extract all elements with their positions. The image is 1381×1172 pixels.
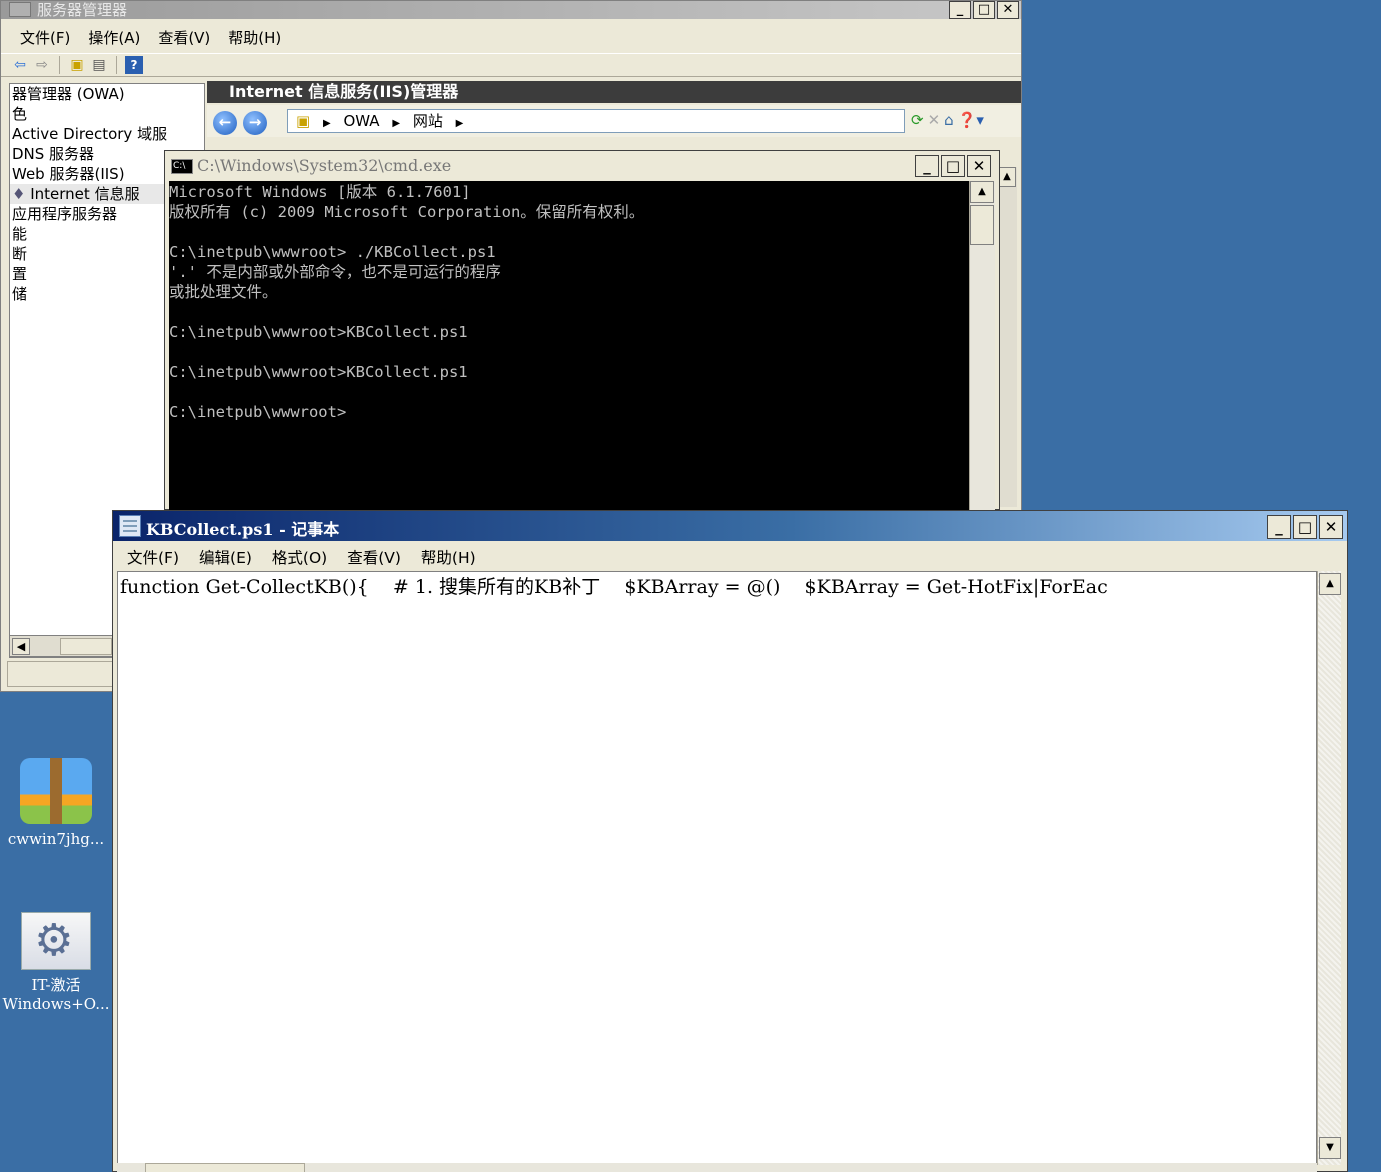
- server-manager-toolbar: ⇦ ⇨ ▣ ▤ ?: [1, 53, 1021, 77]
- menu-view[interactable]: 查看(V): [337, 541, 411, 569]
- iis-icon: ♦: [12, 185, 26, 203]
- tree-item-active-directory[interactable]: Active Directory 域服: [10, 124, 204, 144]
- notepad-titlebar[interactable]: KBCollect.ps1 - 记事本 _ □ ✕: [113, 511, 1347, 541]
- home-icon[interactable]: ⌂: [944, 111, 954, 129]
- server-manager-title: 服务器管理器: [37, 1, 128, 19]
- iis-help-icon[interactable]: ❓▾: [958, 111, 984, 129]
- menu-help[interactable]: 帮助(H): [219, 23, 290, 49]
- scroll-left-arrow-icon[interactable]: ◀: [12, 638, 30, 655]
- maximize-button[interactable]: □: [1293, 515, 1317, 539]
- maximize-button[interactable]: □: [973, 1, 995, 19]
- notepad-text-area[interactable]: function Get-CollectKB(){ # 1. 搜集所有的KB补丁…: [117, 571, 1317, 1165]
- console-line: Microsoft Windows [版本 6.1.7601]: [169, 183, 471, 201]
- iis-back-icon[interactable]: ←: [213, 111, 237, 135]
- server-manager-menubar: 文件(F) 操作(A) 查看(V) 帮助(H): [1, 23, 1021, 49]
- notepad-menubar: 文件(F) 编辑(E) 格式(O) 查看(V) 帮助(H): [113, 541, 1347, 569]
- iis-address-box[interactable]: ▣ ▶ OWA ▶ 网站 ▶: [287, 109, 905, 133]
- scroll-down-arrow-icon[interactable]: ▼: [1319, 1137, 1341, 1159]
- stop-icon[interactable]: ✕: [928, 111, 941, 129]
- iis-forward-icon[interactable]: →: [243, 111, 267, 135]
- desktop-icon-activation[interactable]: IT-激活 Windows+O...: [2, 912, 110, 1014]
- menu-edit[interactable]: 编辑(E): [189, 541, 262, 569]
- iis-manager-header: Internet 信息服务(IIS)管理器: [207, 81, 1021, 103]
- breadcrumb-sites[interactable]: 网站: [413, 112, 443, 130]
- tree-item-iis-label: Internet 信息服: [30, 185, 140, 203]
- close-button[interactable]: ✕: [1319, 515, 1343, 539]
- desktop-icon-label: cwwin7jhg...: [7, 830, 105, 848]
- menu-file[interactable]: 文件(F): [117, 541, 189, 569]
- server-manager-statusbar: [7, 661, 113, 687]
- back-arrow-icon[interactable]: ⇦: [11, 56, 29, 74]
- close-button[interactable]: ✕: [967, 155, 991, 177]
- scroll-up-arrow-icon[interactable]: ▲: [970, 181, 994, 203]
- notepad-icon: [119, 515, 141, 537]
- scroll-thumb[interactable]: [970, 205, 994, 245]
- scroll-thumb[interactable]: [145, 1163, 305, 1172]
- console-line: C:\inetpub\wwwroot>KBCollect.ps1: [169, 323, 468, 341]
- notepad-window: KBCollect.ps1 - 记事本 _ □ ✕ 文件(F) 编辑(E) 格式…: [112, 510, 1348, 1172]
- cmd-icon: C:\: [171, 159, 193, 174]
- minimize-button[interactable]: _: [915, 155, 939, 177]
- scroll-up-arrow-icon[interactable]: ▲: [1319, 573, 1341, 595]
- menu-help[interactable]: 帮助(H): [411, 541, 486, 569]
- forward-arrow-icon[interactable]: ⇨: [33, 56, 51, 74]
- scroll-thumb[interactable]: [60, 638, 112, 655]
- show-hide-tree-icon[interactable]: ▤: [90, 56, 108, 74]
- up-folder-icon[interactable]: ▣: [68, 56, 86, 74]
- folder-icon: ▣: [296, 112, 311, 130]
- refresh-icon[interactable]: ⟳: [911, 111, 924, 129]
- tree-item-roles[interactable]: 色: [10, 104, 204, 124]
- breadcrumb-separator-icon: ▶: [455, 118, 464, 129]
- notepad-content: function Get-CollectKB(){ # 1. 搜集所有的KB补丁…: [120, 576, 1108, 598]
- menu-format[interactable]: 格式(O): [262, 541, 337, 569]
- scroll-up-arrow-icon[interactable]: ▲: [998, 167, 1016, 187]
- tree-item-server-manager[interactable]: 器管理器 (OWA): [10, 84, 204, 104]
- cmd-console[interactable]: Microsoft Windows [版本 6.1.7601] 版权所有 (c)…: [169, 181, 969, 511]
- breadcrumb-separator-icon: ▶: [322, 118, 331, 129]
- desktop-icon-label: IT-激活: [31, 976, 81, 994]
- breadcrumb-separator-icon: ▶: [392, 118, 401, 129]
- menu-action[interactable]: 操作(A): [79, 23, 149, 49]
- notepad-vertical-scrollbar[interactable]: ▲ ▼: [1317, 571, 1341, 1165]
- server-manager-titlebar[interactable]: 服务器管理器 _ □ ✕: [1, 1, 1021, 19]
- tree-horizontal-scrollbar[interactable]: ◀: [9, 635, 113, 657]
- cmd-title: C:\Windows\System32\cmd.exe: [197, 156, 452, 175]
- breadcrumb-owa[interactable]: OWA: [343, 112, 379, 130]
- server-manager-icon: [9, 2, 31, 17]
- maximize-button[interactable]: □: [941, 155, 965, 177]
- console-line: 或批处理文件。: [169, 283, 278, 301]
- menu-view[interactable]: 查看(V): [149, 23, 219, 49]
- notepad-horizontal-scrollbar[interactable]: [117, 1163, 1317, 1172]
- settings-gear-icon: [21, 912, 91, 970]
- minimize-button[interactable]: _: [949, 1, 971, 19]
- console-line: '.' 不是内部或外部命令，也不是可运行的程序: [169, 263, 501, 281]
- iis-vertical-scrollbar[interactable]: ▲: [997, 167, 1017, 507]
- archive-icon: [20, 758, 92, 824]
- close-button[interactable]: ✕: [997, 1, 1019, 19]
- console-line: C:\inetpub\wwwroot>: [169, 403, 347, 421]
- cmd-window: C:\ C:\Windows\System32\cmd.exe _ □ ✕ Mi…: [164, 150, 1000, 511]
- notepad-title: KBCollect.ps1 - 记事本: [146, 520, 340, 539]
- help-icon[interactable]: ?: [125, 56, 143, 74]
- cmd-vertical-scrollbar[interactable]: ▲: [969, 181, 995, 511]
- minimize-button[interactable]: _: [1267, 515, 1291, 539]
- console-line: C:\inetpub\wwwroot>KBCollect.ps1: [169, 363, 468, 381]
- desktop-icon-label: Windows+O...: [2, 995, 110, 1013]
- desktop-icon-zip[interactable]: cwwin7jhg...: [2, 758, 110, 849]
- cmd-titlebar[interactable]: C:\ C:\Windows\System32\cmd.exe _ □ ✕: [165, 151, 999, 181]
- iis-address-bar: ← → ▣ ▶ OWA ▶ 网站 ▶ ⟳ ✕ ⌂ ❓▾: [207, 105, 1021, 137]
- console-line: C:\inetpub\wwwroot> ./KBCollect.ps1: [169, 243, 496, 261]
- console-line: 版权所有 (c) 2009 Microsoft Corporation。保留所有…: [169, 203, 645, 221]
- menu-file[interactable]: 文件(F): [11, 23, 79, 49]
